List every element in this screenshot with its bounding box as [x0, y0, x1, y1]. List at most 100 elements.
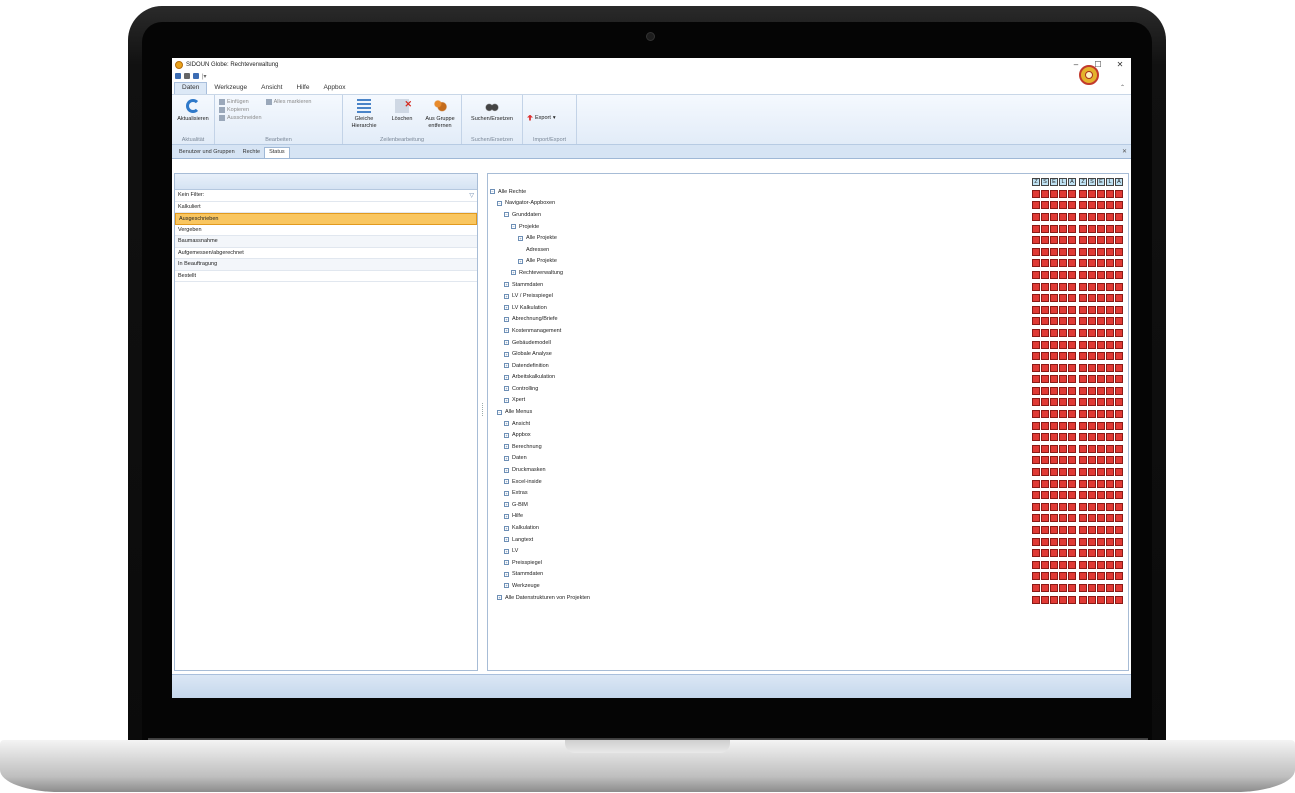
permission-cell[interactable]: [1050, 479, 1058, 488]
permission-cell[interactable]: [1079, 526, 1087, 535]
permission-cell[interactable]: [1106, 201, 1114, 210]
permission-cell[interactable]: [1041, 386, 1049, 395]
permission-cell[interactable]: [1079, 421, 1087, 430]
permission-cell[interactable]: [1032, 572, 1040, 581]
permission-cell[interactable]: [1050, 491, 1058, 500]
status-list-item[interactable]: Baumassnahme: [175, 236, 477, 248]
permission-cell[interactable]: [1079, 410, 1087, 419]
permission-cell[interactable]: [1050, 247, 1058, 256]
permission-cell[interactable]: [1088, 537, 1096, 546]
permission-cell[interactable]: [1106, 433, 1114, 442]
expand-icon[interactable]: +: [504, 455, 509, 461]
permission-cell[interactable]: [1088, 201, 1096, 210]
permission-cell[interactable]: [1059, 421, 1067, 430]
collapse-ribbon-icon[interactable]: ⌃: [1120, 84, 1125, 91]
permission-cell[interactable]: [1106, 595, 1114, 604]
refresh-button[interactable]: Aktualisieren: [176, 97, 210, 134]
permission-cell[interactable]: [1032, 526, 1040, 535]
permission-cell[interactable]: [1088, 259, 1096, 268]
tree-node[interactable]: − Navigator-Appboxen: [490, 198, 590, 210]
permission-cell[interactable]: [1059, 595, 1067, 604]
permission-cell[interactable]: [1050, 444, 1058, 453]
tab-status[interactable]: Status: [264, 147, 290, 158]
permission-cell[interactable]: [1097, 328, 1105, 337]
permission-cell[interactable]: [1079, 433, 1087, 442]
permission-cell[interactable]: [1032, 282, 1040, 291]
expand-icon[interactable]: +: [504, 513, 509, 519]
tree-node[interactable]: + Daten: [490, 453, 590, 465]
status-list-item[interactable]: Kalkuliert: [175, 202, 477, 213]
permission-cell[interactable]: [1032, 212, 1040, 221]
permission-cell[interactable]: [1106, 212, 1114, 221]
permission-cell[interactable]: [1079, 305, 1087, 314]
permission-cell[interactable]: [1041, 502, 1049, 511]
permission-cell[interactable]: [1106, 479, 1114, 488]
permission-cell[interactable]: [1115, 398, 1123, 407]
permission-cell[interactable]: [1041, 583, 1049, 592]
permission-cell[interactable]: [1088, 468, 1096, 477]
permission-cell[interactable]: [1079, 189, 1087, 198]
permission-cell[interactable]: [1115, 201, 1123, 210]
permission-cell[interactable]: [1050, 212, 1058, 221]
permission-cell[interactable]: [1097, 514, 1105, 523]
permission-cell[interactable]: [1032, 352, 1040, 361]
permission-cell[interactable]: [1115, 514, 1123, 523]
permission-cell[interactable]: [1079, 479, 1087, 488]
permission-cell[interactable]: [1032, 305, 1040, 314]
permission-cell[interactable]: [1079, 236, 1087, 245]
close-button[interactable]: ✕: [1109, 60, 1131, 69]
tree-node[interactable]: + Gebäudemodell: [490, 337, 590, 349]
permission-cell[interactable]: [1032, 583, 1040, 592]
export-button[interactable]: Export ▾: [527, 97, 556, 134]
permission-cell[interactable]: [1079, 456, 1087, 465]
tree-node[interactable]: + Abrechnung/Briefe: [490, 314, 590, 326]
permission-cell[interactable]: [1041, 294, 1049, 303]
permission-cell[interactable]: [1032, 236, 1040, 245]
tree-node[interactable]: + LV Kalkulation: [490, 302, 590, 314]
permission-cell[interactable]: [1097, 468, 1105, 477]
permission-cell[interactable]: [1106, 549, 1114, 558]
permission-cell[interactable]: [1106, 352, 1114, 361]
expand-icon[interactable]: +: [504, 293, 509, 299]
print-icon[interactable]: [184, 73, 190, 79]
expand-icon[interactable]: +: [504, 328, 509, 334]
permission-cell[interactable]: [1041, 375, 1049, 384]
permission-cell[interactable]: [1097, 398, 1105, 407]
permission-cell[interactable]: [1059, 224, 1067, 233]
permission-cell[interactable]: [1088, 595, 1096, 604]
collapse-icon[interactable]: −: [511, 224, 516, 230]
permission-cell[interactable]: [1059, 247, 1067, 256]
permission-cell[interactable]: [1059, 328, 1067, 337]
permission-cell[interactable]: [1032, 560, 1040, 569]
permission-cell[interactable]: [1097, 421, 1105, 430]
permission-cell[interactable]: [1068, 212, 1076, 221]
permission-cell[interactable]: [1115, 386, 1123, 395]
permission-cell[interactable]: [1079, 340, 1087, 349]
permission-cell[interactable]: [1041, 317, 1049, 326]
permission-cell[interactable]: [1041, 352, 1049, 361]
permission-cell[interactable]: [1050, 294, 1058, 303]
permission-cell[interactable]: [1041, 456, 1049, 465]
permission-cell[interactable]: [1050, 189, 1058, 198]
permission-cell[interactable]: [1097, 595, 1105, 604]
permission-cell[interactable]: [1106, 305, 1114, 314]
permission-cell[interactable]: [1097, 491, 1105, 500]
permission-cell[interactable]: [1059, 572, 1067, 581]
permission-cell[interactable]: [1097, 479, 1105, 488]
permission-cell[interactable]: [1032, 549, 1040, 558]
permission-cell[interactable]: [1106, 526, 1114, 535]
expand-icon[interactable]: +: [504, 421, 509, 427]
permission-cell[interactable]: [1106, 224, 1114, 233]
tree-node[interactable]: + Globale Analyse: [490, 348, 590, 360]
tree-node[interactable]: + Langtext: [490, 534, 590, 546]
permission-cell[interactable]: [1097, 433, 1105, 442]
permission-cell[interactable]: [1115, 236, 1123, 245]
permission-cell[interactable]: [1050, 363, 1058, 372]
permission-cell[interactable]: [1059, 375, 1067, 384]
permission-cell[interactable]: [1032, 201, 1040, 210]
permission-cell[interactable]: [1050, 386, 1058, 395]
expand-icon[interactable]: +: [504, 305, 509, 311]
permission-cell[interactable]: [1088, 305, 1096, 314]
permission-cell[interactable]: [1068, 502, 1076, 511]
permission-cell[interactable]: [1032, 433, 1040, 442]
